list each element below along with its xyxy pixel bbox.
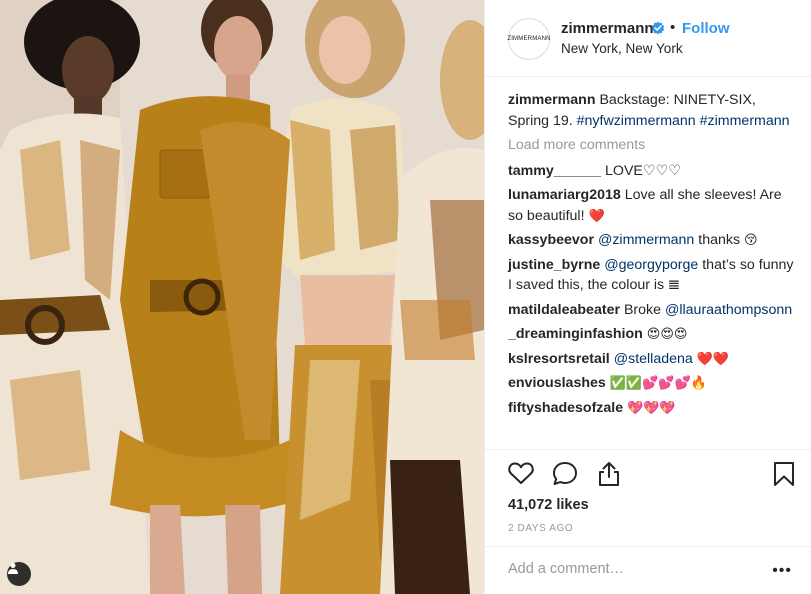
comment-item: justine_byrne @georgyporge that’s so fun…	[508, 255, 800, 296]
comment-username[interactable]: justine_byrne	[508, 257, 600, 273]
mention-link[interactable]: @zimmermann	[598, 232, 694, 248]
comment-item: kassybeevor @zimmermann thanks 😚	[508, 230, 800, 251]
comment-item: enviouslashes ✅✅💕💕💕🔥	[508, 373, 800, 394]
more-options-button[interactable]: •••	[772, 562, 792, 580]
comment-item: fiftyshadesofzale 💖💖💖	[508, 398, 800, 419]
post-photo[interactable]	[0, 0, 484, 594]
comment-username[interactable]: kslresortsretail	[508, 351, 610, 367]
comment-username[interactable]: kassybeevor	[508, 232, 594, 248]
post-location[interactable]: New York, New York	[561, 41, 683, 56]
load-more-comments[interactable]: Load more comments	[508, 135, 800, 156]
comment-username[interactable]: enviouslashes	[508, 375, 606, 391]
comment-emoji: 💖💖💖	[627, 399, 676, 415]
add-comment-input[interactable]	[508, 561, 758, 577]
verified-badge-icon	[651, 21, 665, 35]
post-header: ZIMMERMANN zimmermann • Follow New York,…	[485, 0, 811, 77]
follow-button[interactable]: Follow	[682, 20, 730, 37]
bookmark-icon[interactable]	[773, 461, 795, 487]
comment-username[interactable]: matildaleabeater	[508, 302, 620, 318]
mention-link[interactable]: @llauraathompsonn	[665, 302, 792, 318]
comment-username[interactable]: tammy______	[508, 163, 601, 179]
avatar[interactable]: ZIMMERMANN	[507, 18, 551, 60]
likes-count[interactable]: 41,072 likes	[508, 497, 589, 513]
add-comment-bar: •••	[485, 546, 811, 594]
comment-username[interactable]: zimmermann	[508, 92, 596, 108]
comment-username[interactable]: _dreaminginfashion	[508, 326, 643, 342]
comment-username[interactable]: fiftyshadesofzale	[508, 400, 623, 416]
post-details-panel: ZIMMERMANN zimmermann • Follow New York,…	[484, 0, 811, 594]
comment-item: lunamariarg2018 Love all she sleeves! Ar…	[508, 185, 800, 226]
mention-link[interactable]: @georgyporge	[604, 257, 698, 273]
share-icon[interactable]	[597, 461, 621, 487]
comment-text: Broke	[623, 301, 661, 318]
mention-link[interactable]: @stelladena	[614, 351, 693, 367]
user-tag-icon	[8, 563, 18, 574]
hashtag-link[interactable]: #zimmermann	[700, 113, 790, 129]
tagged-users-button[interactable]	[7, 562, 31, 586]
comment-item: matildaleabeater Broke @llauraathompsonn	[508, 300, 800, 321]
comment-username[interactable]: lunamariarg2018	[508, 187, 621, 203]
comment-item: _dreaminginfashion 😍😍😍	[508, 324, 800, 345]
comment-emoji: 😚	[744, 232, 758, 247]
post-actions: 41,072 likes 2 DAYS AGO •••	[485, 449, 811, 594]
comments-list: zimmermann Backstage: NINETY-SIX, Spring…	[508, 90, 800, 422]
photo-illustration	[0, 0, 484, 594]
comment-text: thanks	[698, 232, 741, 248]
comment-item: kslresortsretail @stelladena ❤️❤️	[508, 349, 800, 370]
avatar-label: ZIMMERMANN	[507, 36, 551, 42]
comment-item: tammy______ LOVE♡♡♡	[508, 161, 800, 182]
comment-emoji: ❤️	[588, 207, 605, 223]
heart-icon[interactable]	[508, 461, 534, 485]
comment-bubble-icon[interactable]	[552, 461, 578, 486]
comment-emoji: 𝌆	[668, 277, 680, 292]
header-separator: •	[670, 19, 676, 36]
hashtag-link[interactable]: #nyfwzimmermann	[577, 113, 696, 129]
post-caption: zimmermann Backstage: NINETY-SIX, Spring…	[508, 90, 800, 131]
comment-emoji: ✅✅💕💕💕🔥	[609, 375, 707, 390]
comment-emoji: ❤️❤️	[696, 350, 730, 366]
post-date[interactable]: 2 DAYS AGO	[508, 523, 573, 534]
comment-text: LOVE♡♡♡	[605, 162, 682, 179]
post-username[interactable]: zimmermann	[561, 20, 654, 37]
comment-emoji: 😍😍😍	[646, 326, 688, 341]
